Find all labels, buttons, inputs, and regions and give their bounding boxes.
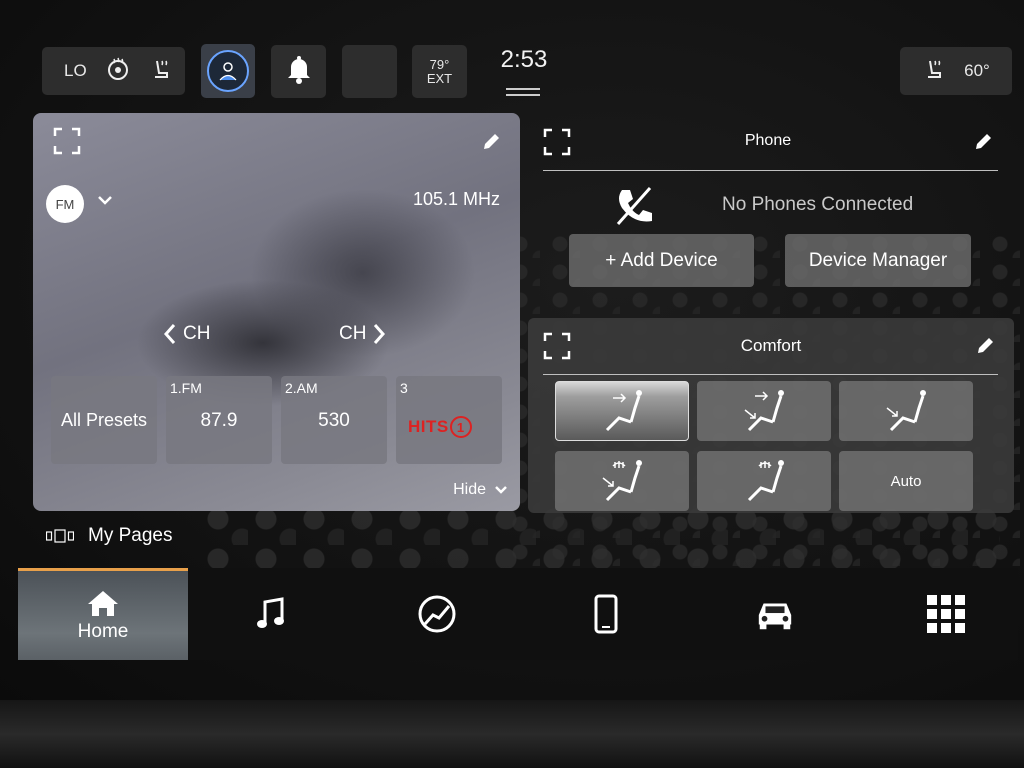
- seat-heat-icon: [922, 57, 946, 86]
- airflow-face-feet-button[interactable]: [697, 381, 831, 441]
- climate-fan-tile[interactable]: LO: [42, 47, 185, 95]
- band-badge[interactable]: FM: [46, 185, 84, 223]
- device-manager-button[interactable]: Device Manager: [785, 234, 971, 287]
- divider: [543, 170, 998, 171]
- vehicle-icon: [758, 603, 792, 630]
- steering-heat-icon: [105, 56, 131, 87]
- hide-button[interactable]: Hide: [453, 481, 508, 499]
- ch-prev-label: CH: [183, 323, 211, 344]
- driver-profile-icon: [207, 50, 249, 92]
- bell-icon: [285, 54, 313, 89]
- edit-icon[interactable]: [975, 336, 995, 356]
- ch-next-button[interactable]: CH: [339, 323, 386, 345]
- add-device-button[interactable]: + Add Device: [569, 234, 754, 287]
- chevron-down-icon: [495, 486, 507, 494]
- comfort-title: Comfort: [740, 336, 802, 355]
- chevron-down-icon[interactable]: [97, 193, 113, 211]
- preset-number: 3: [400, 380, 408, 396]
- preset-1-button[interactable]: 1.FM 87.9: [166, 376, 272, 464]
- hits-logo-text: HITS: [408, 417, 449, 436]
- hits1-logo: HITS 1: [408, 416, 472, 438]
- hits-logo-mark: 1: [449, 416, 472, 438]
- apps-grid-icon: [927, 595, 965, 633]
- nav-apps-button[interactable]: [926, 592, 966, 636]
- airflow-defrost-feet-button[interactable]: [555, 451, 689, 511]
- expand-icon[interactable]: [543, 128, 571, 156]
- seat-airflow-defrost-icon: [747, 460, 784, 502]
- airflow-feet-button[interactable]: [839, 381, 973, 441]
- nav-controls-button[interactable]: [417, 592, 457, 636]
- comfort-widget: Comfort Auto: [528, 318, 1014, 513]
- notifications-tile[interactable]: [271, 45, 326, 98]
- home-icon: [88, 590, 118, 616]
- controls-icon: [418, 595, 456, 633]
- frequency-display: 105.1 MHz: [412, 189, 500, 209]
- all-presets-button[interactable]: All Presets: [51, 376, 157, 464]
- nav-media-button[interactable]: [250, 592, 290, 636]
- preset-2-button[interactable]: 2.AM 530: [281, 376, 387, 464]
- phone-disconnected-icon: [616, 187, 652, 225]
- seat-heat-icon: [149, 57, 173, 86]
- music-icon: [257, 597, 284, 628]
- nav-home-button[interactable]: Home: [18, 568, 188, 660]
- airflow-defrost-button[interactable]: [697, 451, 831, 511]
- drawer-handle-line: [506, 88, 540, 90]
- exterior-temp-label: EXT: [426, 70, 453, 86]
- airflow-face-button[interactable]: [555, 381, 689, 441]
- preset-number: 1.FM: [170, 380, 202, 396]
- seat-airflow-face-feet-icon: [744, 390, 784, 432]
- hex-background-lower: [200, 505, 1000, 570]
- drawer-handle-line: [506, 94, 540, 96]
- auto-button[interactable]: Auto: [839, 451, 973, 511]
- exterior-temp-value: 79°: [429, 56, 450, 72]
- phone-title: Phone: [744, 132, 792, 149]
- exterior-temp-tile: 79° EXT: [412, 45, 467, 98]
- bezel: [0, 700, 1024, 768]
- clock[interactable]: 2:53: [496, 46, 552, 74]
- my-pages-label: My Pages: [88, 525, 173, 546]
- empty-status-tile[interactable]: [342, 45, 397, 98]
- seat-airflow-face-icon: [605, 390, 642, 432]
- seat-temp-value: 60°: [964, 61, 990, 80]
- chevron-left-icon: [163, 324, 176, 344]
- preset-value: 530: [318, 410, 350, 431]
- chevron-right-icon: [374, 324, 386, 344]
- pages-icon: [46, 529, 74, 543]
- nav-home-label: Home: [77, 620, 129, 642]
- expand-icon[interactable]: [53, 127, 81, 155]
- radio-widget: FM 105.1 MHz CH CH All Presets 1.FM 87.9…: [33, 113, 520, 511]
- nav-phone-button[interactable]: [586, 592, 626, 636]
- hide-label: Hide: [453, 481, 486, 498]
- driver-profile-tile[interactable]: [201, 44, 255, 98]
- seat-airflow-defrost-feet-icon: [602, 460, 642, 502]
- preset-3-button[interactable]: 3 HITS 1: [396, 376, 502, 464]
- ch-prev-button[interactable]: CH: [163, 323, 210, 345]
- passenger-climate-tile[interactable]: 60°: [900, 47, 1012, 95]
- ch-next-label: CH: [339, 323, 367, 344]
- edit-icon[interactable]: [481, 132, 501, 152]
- my-pages-button[interactable]: My Pages: [46, 525, 172, 547]
- seat-airflow-feet-icon: [886, 390, 926, 432]
- divider: [543, 374, 998, 375]
- preset-number: 2.AM: [285, 380, 318, 396]
- preset-value: 87.9: [200, 410, 238, 431]
- fan-level: LO: [64, 61, 87, 80]
- phone-status: No Phones Connected: [722, 194, 914, 215]
- edit-icon[interactable]: [973, 132, 993, 152]
- phone-icon: [594, 594, 618, 634]
- nav-vehicle-button[interactable]: [755, 592, 795, 636]
